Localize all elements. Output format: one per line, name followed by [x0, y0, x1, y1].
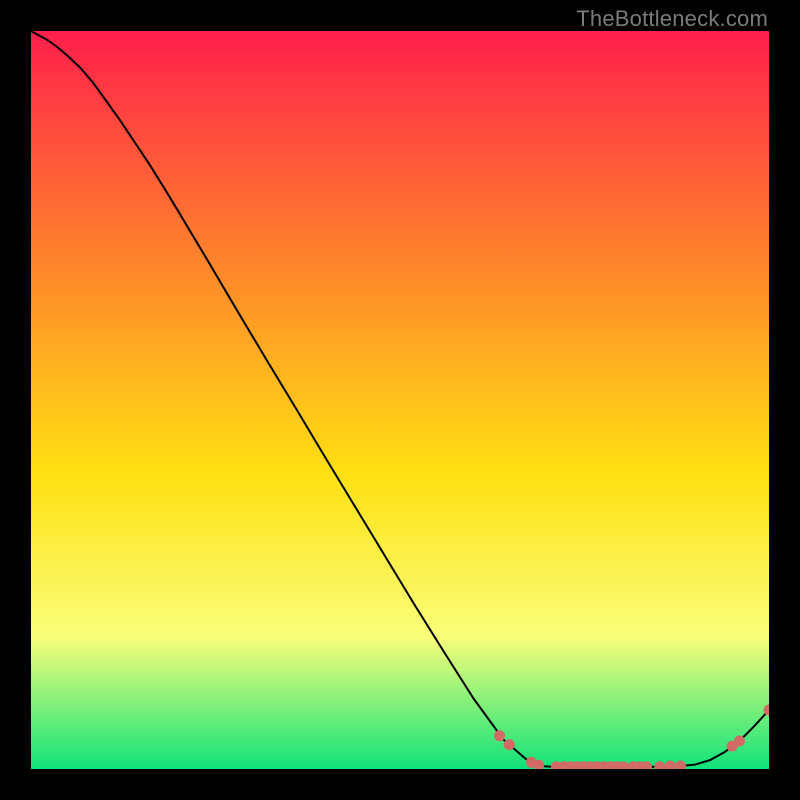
marker-point — [734, 735, 745, 746]
watermark-text: TheBottleneck.com — [576, 6, 768, 32]
plot-area — [31, 31, 769, 769]
chart-stage: TheBottleneck.com — [0, 0, 800, 800]
marker-point — [494, 730, 505, 741]
gradient-background — [31, 31, 769, 769]
chart-svg — [31, 31, 769, 769]
marker-point — [504, 739, 515, 750]
